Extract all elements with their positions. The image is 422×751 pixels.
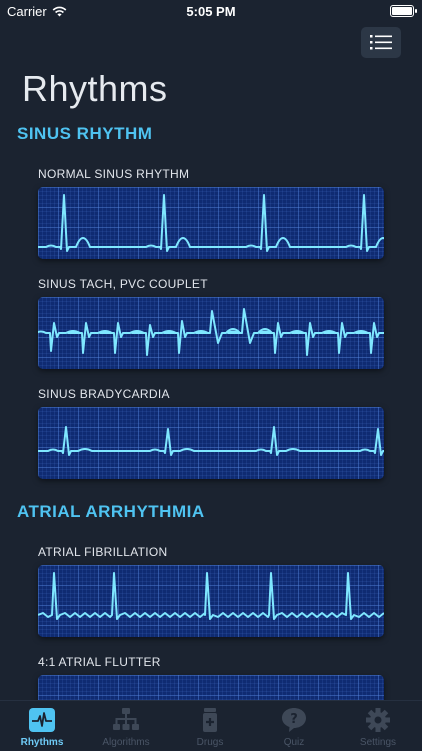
ecg-trace-sinus-brady <box>38 426 384 456</box>
status-time: 5:05 PM <box>186 4 236 19</box>
flowchart-icon <box>113 708 139 730</box>
rhythm-label-aflutter: 4:1 ATRIAL FLUTTER <box>38 655 161 669</box>
ecg-trace-afib <box>38 572 384 620</box>
menu-button[interactable] <box>361 27 401 58</box>
tab-bar: Rhythms Algorithms Drugs ? Quiz Settings <box>0 700 422 751</box>
ecg-trace-sinus-tach <box>38 308 384 356</box>
rhythm-label-afib: ATRIAL FIBRILLATION <box>38 545 168 559</box>
gear-icon <box>366 708 390 732</box>
pill-bottle-icon <box>203 708 217 732</box>
status-bar: Carrier 5:05 PM <box>0 0 422 24</box>
page-title: Rhythms <box>22 68 168 109</box>
rhythm-label-normal-sinus: NORMAL SINUS RHYTHM <box>38 167 190 181</box>
tab-settings[interactable]: Settings <box>336 701 420 751</box>
strip-afib[interactable] <box>38 565 384 637</box>
tab-rhythms[interactable]: Rhythms <box>0 701 84 751</box>
tab-quiz[interactable]: ? Quiz <box>252 701 336 751</box>
ecg-trace-aflutter <box>38 675 384 700</box>
tab-algorithms[interactable]: Algorithms <box>84 701 168 751</box>
section-header-sinus: SINUS RHYTHM <box>17 124 153 143</box>
strip-aflutter[interactable] <box>38 675 384 700</box>
svg-text:?: ? <box>290 712 298 727</box>
ecg-trace-normal-sinus <box>38 194 384 252</box>
battery-icon <box>390 5 417 17</box>
rhythm-label-sinus-brady: SINUS BRADYCARDIA <box>38 387 170 401</box>
section-header-atrial: ATRIAL ARRHYTHMIA <box>17 502 205 521</box>
strip-sinus-brady[interactable] <box>38 407 384 479</box>
rhythm-list[interactable]: Carrier 5:05 PM Rhythms SINUS RHYTHM NOR… <box>0 0 422 700</box>
tab-drugs[interactable]: Drugs <box>168 701 252 751</box>
question-bubble-icon: ? <box>282 708 306 732</box>
ecg-icon <box>29 708 55 732</box>
list-icon <box>370 35 392 50</box>
strip-sinus-tach[interactable] <box>38 297 384 369</box>
rhythm-label-sinus-tach: SINUS TACH, PVC COUPLET <box>38 277 208 291</box>
strip-normal-sinus[interactable] <box>38 187 384 259</box>
